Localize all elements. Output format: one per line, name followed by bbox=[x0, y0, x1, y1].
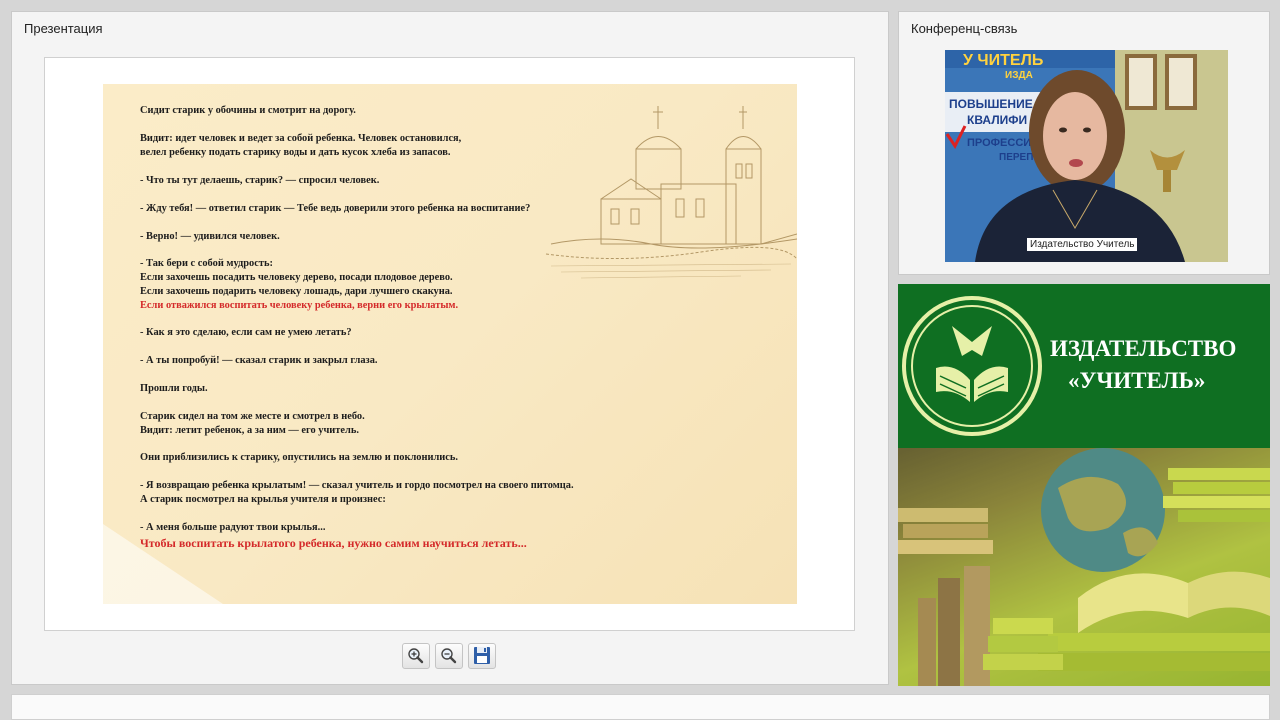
banner-books-image bbox=[898, 448, 1270, 686]
floppy-disk-icon bbox=[474, 647, 490, 664]
slide-line: Если захочешь подарить человеку лошадь, … bbox=[140, 286, 453, 297]
slide-line: велел ребенку подать старику воды и дать… bbox=[140, 147, 451, 158]
slide-line: - Верно! — удивился человек. bbox=[140, 231, 280, 242]
zoom-in-button[interactable] bbox=[402, 643, 430, 669]
bottom-bar bbox=[11, 694, 1270, 720]
slide-line: - Что ты тут делаешь, старик? — спросил … bbox=[140, 175, 380, 186]
slide: Сидит старик у обочины и смотрит на доро… bbox=[103, 84, 797, 604]
books-and-globe-image bbox=[898, 448, 1270, 686]
backdrop-line: ПЕРЕП bbox=[999, 152, 1033, 163]
slide-line: Прошли годы. bbox=[140, 383, 208, 394]
presentation-panel: Презентация Сидит старик у обочины и смо… bbox=[11, 11, 889, 685]
slide-line: - Так бери с собой мудрость: bbox=[140, 258, 273, 269]
slide-line-highlight: Если отважился воспитать человеку ребенк… bbox=[140, 300, 459, 311]
backdrop-line: ИЗДА bbox=[1005, 70, 1033, 81]
webcam-frame: У ЧИТЕЛЬ ИЗДА ПОВЫШЕНИЕ КВАЛИФИ ПРОФЕССИ… bbox=[945, 50, 1228, 262]
backdrop-line: У ЧИТЕЛЬ bbox=[963, 52, 1043, 69]
backdrop-line: КВАЛИФИ bbox=[967, 113, 1027, 127]
slide-line: - Как я это сделаю, если сам не умею лет… bbox=[140, 327, 352, 338]
zoom-out-button[interactable] bbox=[435, 643, 463, 669]
slide-line-conclusion: Чтобы воспитать крылатого ребенка, нужно… bbox=[140, 536, 527, 550]
slide-line: - А меня больше радуют твои крылья... bbox=[140, 522, 326, 533]
backdrop-line: ПРОФЕССИ bbox=[967, 137, 1031, 149]
conference-panel: Конференц-связь У ЧИТЕЛЬ ИЗДА ПОВЫШЕНИЕ … bbox=[898, 11, 1270, 275]
presentation-title: Презентация bbox=[24, 21, 103, 36]
banner-top: ИЗДАТЕЛЬСТВО «УЧИТЕЛЬ» bbox=[898, 284, 1270, 448]
book-emblem-icon bbox=[902, 296, 1042, 436]
slide-line: Если захочешь посадить человеку дерево, … bbox=[140, 272, 453, 283]
slide-line: - А ты попробуй! — сказал старик и закры… bbox=[140, 355, 378, 366]
banner-title-line1: ИЗДАТЕЛЬСТВО bbox=[1050, 336, 1237, 361]
church-illustration bbox=[545, 106, 797, 279]
slide-line: А старик посмотрел на крылья учителя и п… bbox=[140, 494, 386, 505]
slide-line: Видит: идет человек и ведет за собой реб… bbox=[140, 133, 462, 144]
banner-title-line2: «УЧИТЕЛЬ» bbox=[1068, 368, 1206, 393]
slide-line: Сидит старик у обочины и смотрит на доро… bbox=[140, 105, 356, 116]
magnifier-minus-icon bbox=[441, 648, 457, 664]
publisher-banner: ИЗДАТЕЛЬСТВО «УЧИТЕЛЬ» bbox=[898, 284, 1270, 686]
presentation-toolbar bbox=[12, 640, 888, 672]
conference-title: Конференц-связь bbox=[911, 21, 1018, 36]
slide-line: Они приблизились к старику, опустились н… bbox=[140, 452, 458, 463]
participant-name-tag: Издательство Учитель bbox=[1027, 238, 1138, 251]
slide-line: - Я возвращаю ребенка крылатым! — сказал… bbox=[140, 480, 574, 491]
participant-video[interactable]: У ЧИТЕЛЬ ИЗДА ПОВЫШЕНИЕ КВАЛИФИ ПРОФЕССИ… bbox=[945, 50, 1228, 262]
magnifier-plus-icon bbox=[408, 648, 424, 664]
backdrop-line: ПОВЫШЕНИЕ bbox=[949, 97, 1033, 111]
save-button[interactable] bbox=[468, 643, 496, 669]
slide-line: Видит: летит ребенок, а за ним — его учи… bbox=[140, 425, 359, 436]
slide-line: Старик сидел на том же месте и смотрел в… bbox=[140, 411, 365, 422]
slide-frame: Сидит старик у обочины и смотрит на доро… bbox=[44, 57, 855, 631]
slide-line: - Жду тебя! — ответил старик — Тебе ведь… bbox=[140, 203, 531, 214]
